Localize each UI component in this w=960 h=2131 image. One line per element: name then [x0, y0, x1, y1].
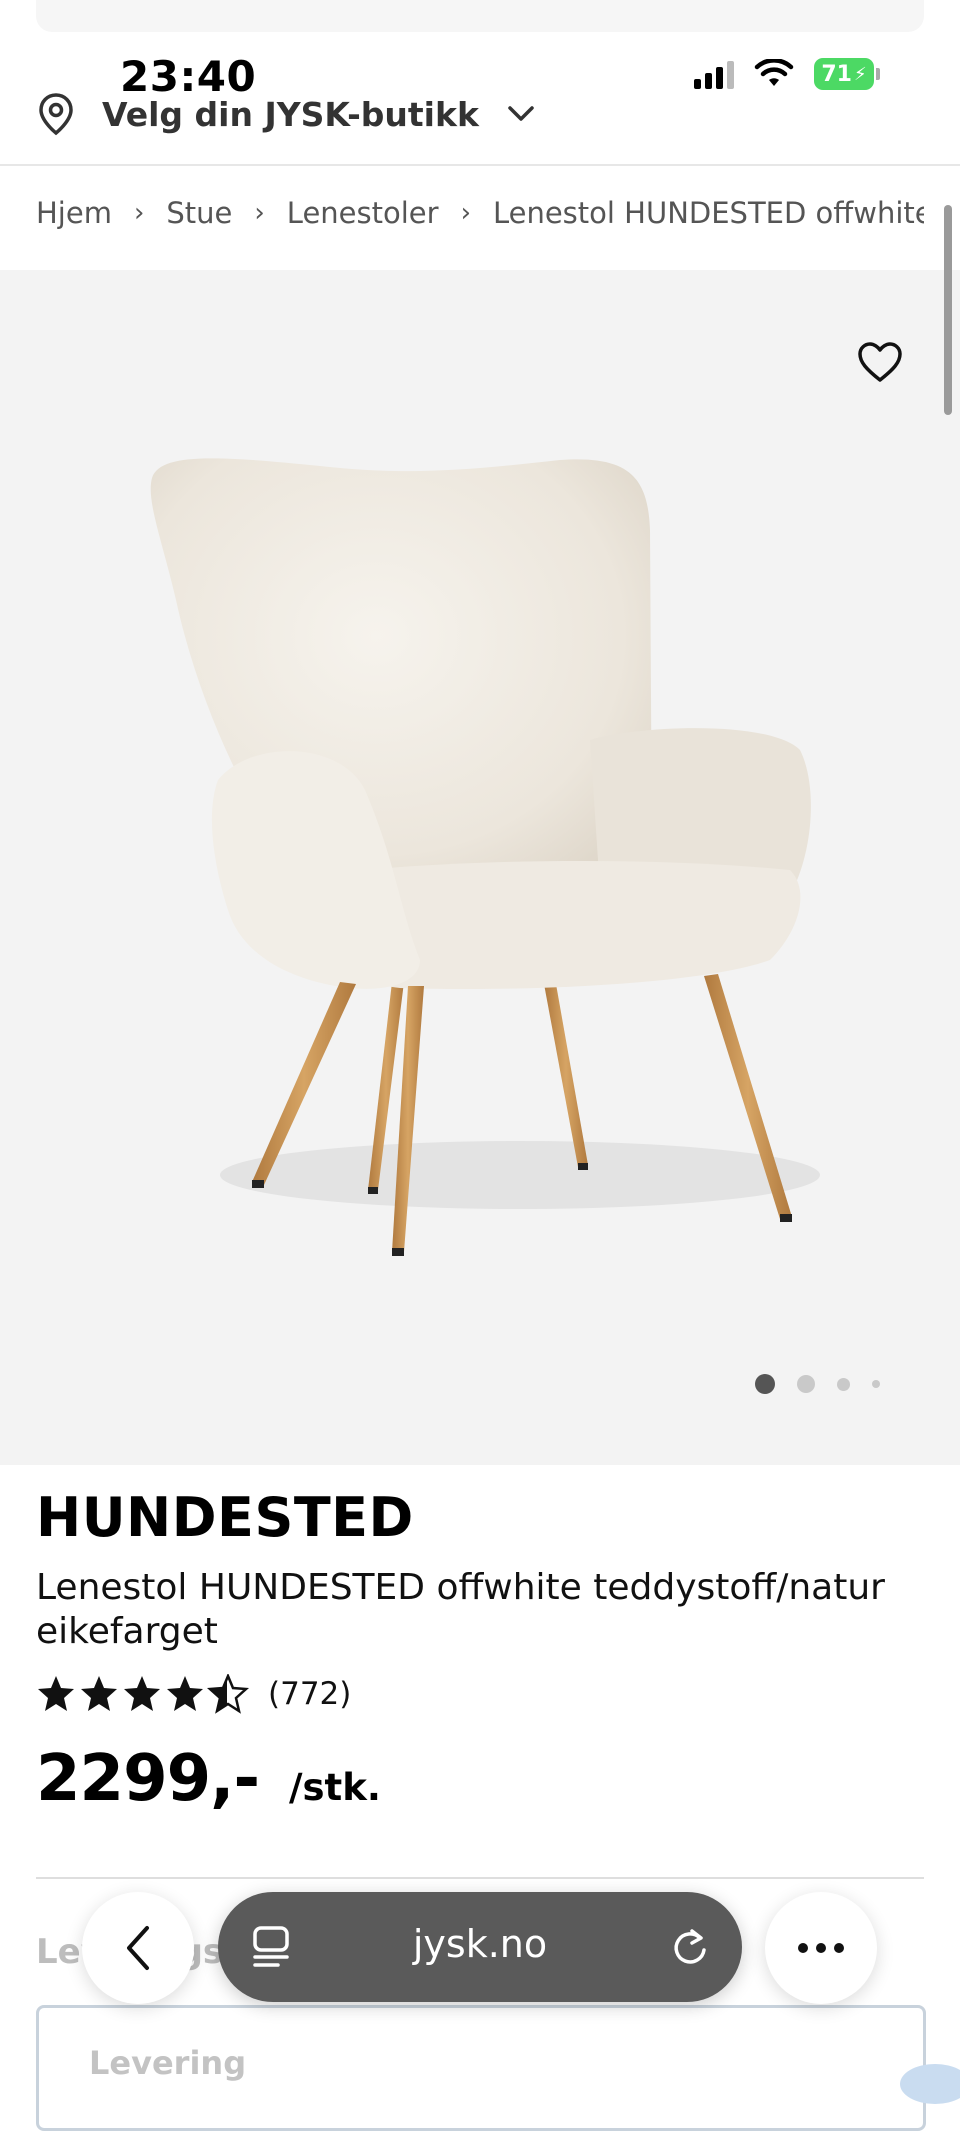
star-rating-icon	[38, 1674, 248, 1713]
gallery-dot[interactable]	[797, 1375, 815, 1393]
back-button[interactable]	[82, 1892, 194, 2004]
breadcrumb-stue[interactable]: Stue	[166, 196, 232, 230]
battery-icon: 71 ⚡	[814, 58, 880, 90]
reload-icon[interactable]	[670, 1926, 710, 1968]
gallery-dot[interactable]	[837, 1377, 850, 1391]
location-pin-icon	[39, 93, 73, 136]
battery-level: 71	[821, 61, 852, 87]
wifi-icon	[754, 59, 794, 86]
chevron-down-icon	[508, 106, 534, 121]
section-divider	[36, 1877, 924, 1879]
product-image-gallery[interactable]	[0, 270, 960, 1465]
price-unit: /stk.	[289, 1766, 381, 1809]
delivery-option[interactable]: Levering	[36, 2005, 926, 2131]
ellipsis-icon	[798, 1943, 844, 1953]
store-selector-label: Velg din JYSK-butikk	[102, 94, 479, 134]
gallery-dot-active[interactable]	[755, 1374, 775, 1394]
store-selector[interactable]: Velg din JYSK-butikk	[38, 92, 535, 136]
top-strip	[36, 0, 924, 32]
product-rating[interactable]: (772)	[36, 1674, 351, 1714]
price-value: 2299,-	[36, 1742, 260, 1816]
more-options-button[interactable]	[765, 1892, 877, 2004]
scrollbar[interactable]	[944, 205, 952, 415]
gallery-dot[interactable]	[872, 1380, 880, 1388]
chevron-right-icon: ›	[254, 198, 265, 228]
product-price: 2299,- /stk.	[36, 1742, 381, 1816]
breadcrumb-home[interactable]: Hjem	[36, 196, 112, 230]
product-name: HUNDESTED	[36, 1486, 414, 1549]
review-count[interactable]: (772)	[268, 1676, 351, 1712]
cellular-signal-icon	[694, 59, 734, 89]
breadcrumb-current: Lenestol HUNDESTED offwhite teddystoff/n…	[492, 196, 924, 230]
url-text: jysk.no	[412, 1922, 548, 1966]
delivery-option-label: Levering	[89, 2044, 247, 2082]
address-bar[interactable]: jysk.no	[218, 1892, 742, 2002]
breadcrumb-lenestoler[interactable]: Lenestoler	[287, 196, 439, 230]
browser-toolbar: jysk.no	[0, 1888, 960, 2008]
breadcrumb: Hjem › Stue › Lenestoler › Lenestol HUND…	[36, 196, 924, 230]
chevron-left-icon	[127, 1926, 149, 1970]
header-divider	[0, 164, 960, 166]
chevron-right-icon: ›	[133, 198, 145, 228]
gallery-pagination[interactable]	[755, 1374, 880, 1394]
product-description: Lenestol HUNDESTED offwhite teddystoff/n…	[36, 1567, 885, 1652]
chevron-right-icon: ›	[460, 198, 471, 228]
status-icons: 71 ⚡	[694, 58, 880, 90]
product-image	[150, 458, 820, 1256]
